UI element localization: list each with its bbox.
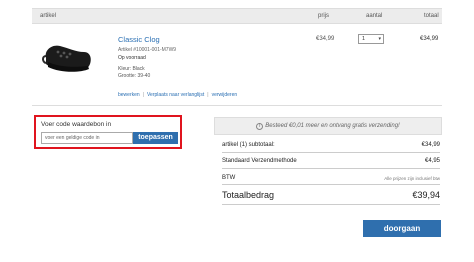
product-unit-price: €34,99 xyxy=(316,36,335,42)
vat-note: Alle prijzen zijn inclusief btw xyxy=(384,176,440,181)
shipping-value: €4,95 xyxy=(424,158,440,164)
separator: | xyxy=(142,92,144,98)
info-icon: i xyxy=(256,123,264,130)
summary-divider xyxy=(222,168,440,169)
product-stock-status: Op voorraad xyxy=(118,55,146,61)
grand-total-value: €39,94 xyxy=(412,190,440,200)
checkout-button[interactable]: doorgaan xyxy=(363,220,441,237)
free-shipping-message: Besteed €0,01 meer en ontvang gratis ver… xyxy=(265,123,400,129)
summary-divider xyxy=(222,204,440,205)
move-to-wishlist-link[interactable]: Verplaats naar verlanglijst xyxy=(147,92,204,98)
coupon-section: Voer code waardebon in voer een geldige … xyxy=(34,115,182,149)
vat-label: BTW xyxy=(222,175,236,181)
column-header-aantal: aantal xyxy=(366,13,383,19)
quantity-select[interactable]: 1 ▾ xyxy=(358,34,384,44)
remove-link[interactable]: verwijderen xyxy=(212,92,238,98)
apply-coupon-button[interactable]: toepassen xyxy=(133,132,178,144)
product-image[interactable] xyxy=(40,38,94,76)
coupon-code-input[interactable]: voer een geldige code in xyxy=(41,132,133,144)
separator: | xyxy=(207,92,209,98)
column-header-artikel: artikel xyxy=(40,13,57,19)
column-header-totaal: totaal xyxy=(424,13,439,19)
section-divider xyxy=(32,105,442,106)
product-name-link[interactable]: Classic Clog xyxy=(118,35,160,44)
subtotal-label: artikel (1) subtotaal: xyxy=(222,142,275,148)
summary-divider xyxy=(222,152,440,153)
coupon-label: Voer code waardebon in xyxy=(41,121,112,128)
product-color: Kleur: Black xyxy=(118,66,145,72)
cart-table-header: artikel prijs aantal totaal xyxy=(32,8,442,24)
product-line-total: €34,99 xyxy=(420,36,439,42)
product-size: Grootte: 39-40 xyxy=(118,73,151,79)
subtotal-value: €34,99 xyxy=(421,142,440,148)
edit-link[interactable]: bewerken xyxy=(118,92,140,98)
chevron-down-icon: ▾ xyxy=(378,36,381,42)
product-actions: bewerken | Verplaats naar verlanglijst | ver… xyxy=(118,92,237,98)
free-shipping-banner: i Besteed €0,01 meer en ontvang gratis ve… xyxy=(214,117,442,135)
column-header-prijs: prijs xyxy=(318,13,330,19)
quantity-value: 1 xyxy=(362,36,366,42)
product-article-number: Artikel #10001-001-M7W9 xyxy=(118,47,177,53)
summary-divider xyxy=(222,184,440,185)
grand-total-label: Totaalbedrag xyxy=(222,190,275,200)
shipping-method-label: Standaard Verzendmethode xyxy=(222,158,297,164)
